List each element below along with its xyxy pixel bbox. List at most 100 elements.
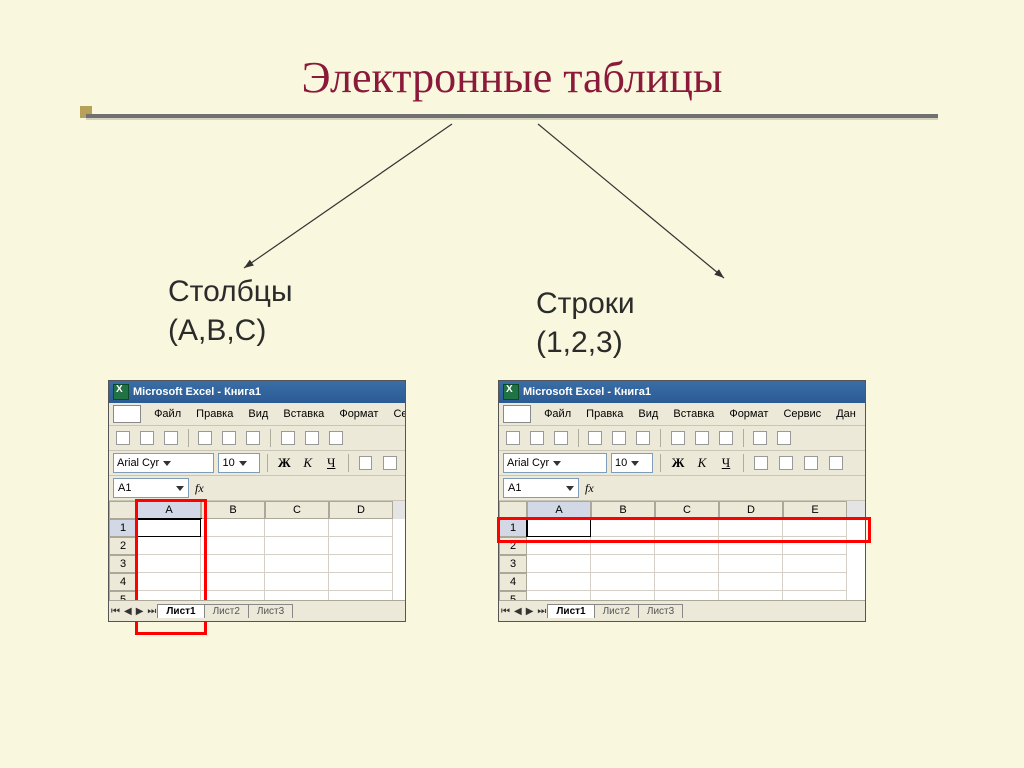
row-header[interactable]: 1 xyxy=(499,519,527,537)
name-box[interactable]: A1 xyxy=(113,478,189,498)
cell[interactable] xyxy=(329,573,393,591)
align-center-icon[interactable] xyxy=(776,453,796,473)
align-right-icon[interactable] xyxy=(801,453,821,473)
italic-button[interactable]: К xyxy=(692,454,712,472)
menu-item[interactable]: Се xyxy=(387,407,405,421)
redo-icon[interactable] xyxy=(774,428,794,448)
cell[interactable] xyxy=(265,573,329,591)
menu-item[interactable]: Вид xyxy=(242,407,274,421)
cell[interactable] xyxy=(783,519,847,537)
preview-icon[interactable] xyxy=(609,428,629,448)
copy-icon[interactable] xyxy=(302,428,322,448)
sheet-tab[interactable]: Лист3 xyxy=(248,604,293,618)
row-header[interactable]: 4 xyxy=(109,573,137,591)
menu-item[interactable]: Дан xyxy=(830,407,862,421)
row-header[interactable]: 3 xyxy=(109,555,137,573)
print-icon[interactable] xyxy=(195,428,215,448)
align-left-icon[interactable] xyxy=(751,453,771,473)
titlebar[interactable]: Microsoft Excel - Книга1 xyxy=(499,381,865,403)
sheet-tab-bar[interactable]: ⏮ ◀ ▶ ⏭ Лист1 Лист2 Лист3 xyxy=(109,600,405,621)
cell[interactable] xyxy=(201,537,265,555)
preview-icon[interactable] xyxy=(219,428,239,448)
menu-item[interactable]: Формат xyxy=(333,407,384,421)
select-all-corner[interactable] xyxy=(109,501,137,519)
formula-bar[interactable]: A1 fx xyxy=(499,476,865,501)
cell[interactable] xyxy=(655,573,719,591)
cell[interactable] xyxy=(655,519,719,537)
print-icon[interactable] xyxy=(585,428,605,448)
col-header[interactable]: A xyxy=(137,501,201,519)
open-icon[interactable] xyxy=(137,428,157,448)
underline-button[interactable]: Ч xyxy=(716,454,736,472)
cell[interactable] xyxy=(265,555,329,573)
fx-icon[interactable]: fx xyxy=(195,481,204,496)
menu-item[interactable]: Формат xyxy=(723,407,774,421)
copy-icon[interactable] xyxy=(692,428,712,448)
menubar[interactable]: Файл Правка Вид Вставка Формат Сервис Да… xyxy=(499,403,865,426)
row-header[interactable]: 4 xyxy=(499,573,527,591)
new-icon[interactable] xyxy=(113,428,133,448)
italic-button[interactable]: К xyxy=(298,454,317,472)
spell-icon[interactable] xyxy=(243,428,263,448)
select-all-corner[interactable] xyxy=(499,501,527,519)
sheet-tab[interactable]: Лист1 xyxy=(157,604,204,618)
col-header[interactable]: C xyxy=(655,501,719,519)
font-size-dropdown[interactable]: 10 xyxy=(611,453,653,473)
cell[interactable] xyxy=(329,537,393,555)
col-header[interactable]: E xyxy=(783,501,847,519)
cut-icon[interactable] xyxy=(668,428,688,448)
tab-nav-prev[interactable]: ◀ xyxy=(122,606,134,617)
cell[interactable] xyxy=(329,555,393,573)
cell[interactable] xyxy=(265,537,329,555)
cell[interactable] xyxy=(137,555,201,573)
toolbar-formatting[interactable]: Arial Cyr 10 Ж К Ч xyxy=(499,451,865,476)
toolbar-formatting[interactable]: Arial Cyr 10 Ж К Ч xyxy=(109,451,405,476)
cell[interactable] xyxy=(201,555,265,573)
spell-icon[interactable] xyxy=(633,428,653,448)
save-icon[interactable] xyxy=(161,428,181,448)
row-header[interactable]: 3 xyxy=(499,555,527,573)
menu-item[interactable]: Вставка xyxy=(277,407,330,421)
cell[interactable] xyxy=(591,519,655,537)
undo-icon[interactable] xyxy=(750,428,770,448)
open-icon[interactable] xyxy=(527,428,547,448)
tab-nav-next[interactable]: ▶ xyxy=(524,606,536,617)
menu-item[interactable]: Файл xyxy=(148,407,187,421)
row-header[interactable]: 2 xyxy=(109,537,137,555)
toolbar-standard[interactable] xyxy=(109,426,405,451)
cell[interactable] xyxy=(783,537,847,555)
menu-item[interactable]: Вид xyxy=(632,407,664,421)
cell[interactable] xyxy=(591,555,655,573)
align-left-icon[interactable] xyxy=(356,453,376,473)
merge-icon[interactable] xyxy=(826,453,846,473)
menu-item[interactable]: Файл xyxy=(538,407,577,421)
col-header[interactable]: B xyxy=(201,501,265,519)
name-box[interactable]: A1 xyxy=(503,478,579,498)
col-header[interactable]: D xyxy=(329,501,393,519)
menu-item[interactable]: Правка xyxy=(580,407,629,421)
bold-button[interactable]: Ж xyxy=(668,454,688,472)
formula-bar[interactable]: A1 fx xyxy=(109,476,405,501)
cell[interactable] xyxy=(783,573,847,591)
menu-item[interactable]: Правка xyxy=(190,407,239,421)
spreadsheet-grid[interactable]: A B C D E 1 2 3 4 5 xyxy=(499,501,865,605)
cell[interactable] xyxy=(719,555,783,573)
titlebar[interactable]: Microsoft Excel - Книга1 xyxy=(109,381,405,403)
save-icon[interactable] xyxy=(551,428,571,448)
font-name-dropdown[interactable]: Arial Cyr xyxy=(503,453,607,473)
cell[interactable] xyxy=(655,555,719,573)
sheet-tab[interactable]: Лист1 xyxy=(547,604,594,618)
col-header[interactable]: C xyxy=(265,501,329,519)
cell[interactable] xyxy=(137,537,201,555)
font-size-dropdown[interactable]: 10 xyxy=(218,453,259,473)
cut-icon[interactable] xyxy=(278,428,298,448)
cell[interactable] xyxy=(137,519,201,537)
menu-item[interactable]: Сервис xyxy=(777,407,827,421)
col-header[interactable]: D xyxy=(719,501,783,519)
cell[interactable] xyxy=(265,519,329,537)
col-header[interactable]: B xyxy=(591,501,655,519)
paste-icon[interactable] xyxy=(716,428,736,448)
sheet-tab[interactable]: Лист3 xyxy=(638,604,683,618)
cell[interactable] xyxy=(329,519,393,537)
cell[interactable] xyxy=(527,519,591,537)
